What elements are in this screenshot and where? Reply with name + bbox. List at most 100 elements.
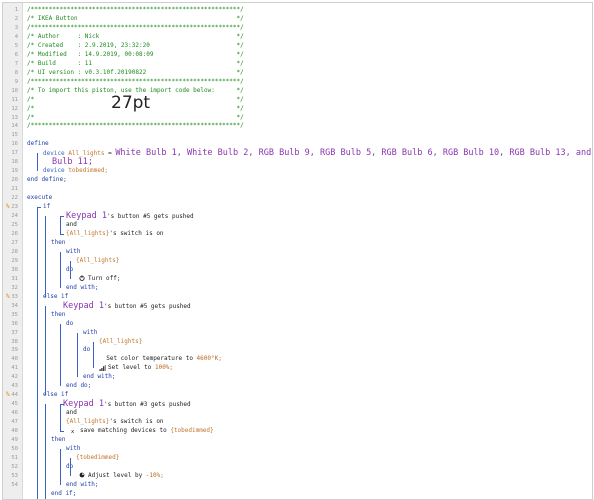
code-line-6: /* Modified : 14.9.2019, 00:08:09 */ — [27, 51, 244, 59]
code-line-54: end if; — [51, 490, 76, 498]
line-number: 31 — [11, 275, 18, 282]
code-line-53: Adjust level by -10%; — [79, 472, 164, 480]
device-list: White Bulb 1, White Bulb 2, RGB Bulb 9, … — [115, 148, 593, 159]
code-line-20: end define; — [27, 176, 67, 184]
line-marker: % — [6, 292, 10, 300]
line-number: 1 — [14, 7, 18, 13]
action-adjust-level: Adjust level by — [88, 471, 146, 479]
code-line-47: {All_lights}'s switch is on — [66, 418, 164, 426]
code-line-34: Keypad 1's button #5 gets pushed — [63, 300, 191, 311]
code-line-37: with — [83, 329, 97, 337]
line-number: 4 — [14, 33, 18, 40]
equals-sign: = — [108, 150, 112, 158]
comment-line: /***************************************… — [27, 6, 244, 13]
execute-keyword: execute — [27, 194, 53, 202]
then-keyword: then — [51, 238, 66, 246]
code-line-3: /***************************************… — [27, 24, 244, 32]
code-line-40: Set color temperature to 4600°K; — [99, 355, 222, 363]
code-line-25: and — [66, 221, 77, 229]
piston-code: 1 2 3 4 5 6 7 8 9 10 11 12 13 14 15 16 17 18 19 20 21 22 23 24 2… — [3, 3, 592, 499]
line-number: 41 — [11, 365, 18, 372]
line-number: 51 — [11, 455, 18, 461]
code-line-35: then — [51, 311, 65, 319]
comment-line: /***************************************… — [27, 77, 244, 85]
block-guide-tick — [60, 234, 64, 235]
end-with-keyword: end with; — [83, 373, 116, 381]
line-number: 34 — [11, 302, 18, 309]
code-line-48: x save matching devices to {tobedimmed} — [71, 427, 214, 435]
else-if-keyword: else if — [43, 292, 69, 300]
code-line-26: {All_lights}'s switch is on — [66, 230, 164, 238]
variable-name: tobedimmed; — [68, 167, 109, 175]
line-number: 48 — [11, 428, 18, 435]
variable-ref: {All_lights} — [76, 256, 120, 264]
line-number: 21 — [11, 186, 18, 193]
block-guide — [45, 404, 46, 499]
line-marker: % — [6, 203, 10, 211]
signal-bars-icon — [99, 364, 106, 371]
do-keyword: do — [66, 319, 74, 327]
keypad-device: Keypad 1 — [63, 399, 104, 410]
code-line-7: /* Build : 11 */ — [27, 60, 244, 68]
block-guide — [60, 449, 61, 485]
line-number: 11 — [11, 96, 18, 103]
code-line-18: Bulb 11; — [52, 157, 93, 168]
code-line-49: then — [51, 436, 65, 444]
button-condition: 's button #3 gets pushed — [103, 401, 191, 409]
line-number: 20 — [11, 177, 18, 184]
action-set-color-temp: Set color temperature to — [106, 355, 197, 363]
code-line-32: end with; — [66, 284, 99, 292]
line-number: 15 — [11, 132, 18, 139]
then-keyword: then — [51, 436, 66, 444]
keypad-device: Keypad 1 — [63, 300, 104, 311]
code-line-44: else if — [43, 391, 68, 399]
color-temp-value: 4600°K; — [196, 355, 222, 363]
line-number: 36 — [11, 320, 18, 327]
device-list-cont: Bulb 11; — [52, 157, 93, 168]
variable-icon: x — [71, 428, 77, 434]
adjust-value: -10%; — [145, 471, 164, 479]
action-turn-off: Turn off; — [88, 274, 121, 282]
block-guide — [45, 216, 46, 297]
line-number: 7 — [14, 60, 18, 67]
block-guide — [60, 251, 61, 288]
code-line-36: do — [66, 320, 73, 328]
level-value: 100%; — [154, 364, 174, 372]
comment-line: /***************************************… — [27, 122, 244, 130]
comment-line: /* Modified : 14.9.2019, 00:08:09 */ — [27, 50, 244, 58]
line-number: 53 — [11, 472, 18, 479]
block-guide — [93, 341, 94, 369]
end-define-keyword: end define; — [27, 176, 67, 184]
switch-condition: 's switch is on — [109, 230, 164, 237]
button-condition: 's button #5 gets pushed — [106, 213, 194, 221]
code-line-45: Keypad 1's button #3 gets pushed — [63, 399, 191, 410]
line-number: 14 — [11, 123, 18, 130]
line-number: 50 — [11, 446, 18, 453]
block-guide — [70, 260, 71, 279]
with-keyword: with — [83, 328, 98, 336]
code-line-2: /* IKEA Button */ — [27, 15, 244, 23]
dimmer-icon — [79, 472, 85, 478]
code-line-4: /* Author : Nick */ — [27, 33, 244, 41]
code-line-22: execute — [27, 194, 52, 202]
line-number: 42 — [11, 374, 18, 381]
block-guide — [70, 458, 71, 476]
line-number: 35 — [11, 311, 18, 318]
block-guide — [45, 305, 46, 396]
comment-line: /* Build : 11 */ — [27, 59, 244, 67]
define-keyword: define — [27, 140, 49, 148]
block-guide — [60, 216, 61, 234]
power-icon — [79, 275, 85, 282]
block-guide — [37, 153, 38, 172]
block-guide — [77, 332, 78, 378]
line-marker: % — [6, 391, 10, 399]
comment-line: /* */ — [27, 113, 244, 121]
line-number: 6 — [14, 51, 18, 58]
variable-name: All_lights — [68, 150, 105, 158]
code-line-38: {All_lights} — [99, 338, 142, 346]
code-line-24: Keypad 1's button #5 gets pushed — [66, 212, 194, 221]
line-number: 52 — [11, 463, 18, 470]
end-do-keyword: end do; — [66, 382, 92, 390]
block-guide — [37, 207, 38, 499]
code-line-46: and — [66, 409, 77, 417]
